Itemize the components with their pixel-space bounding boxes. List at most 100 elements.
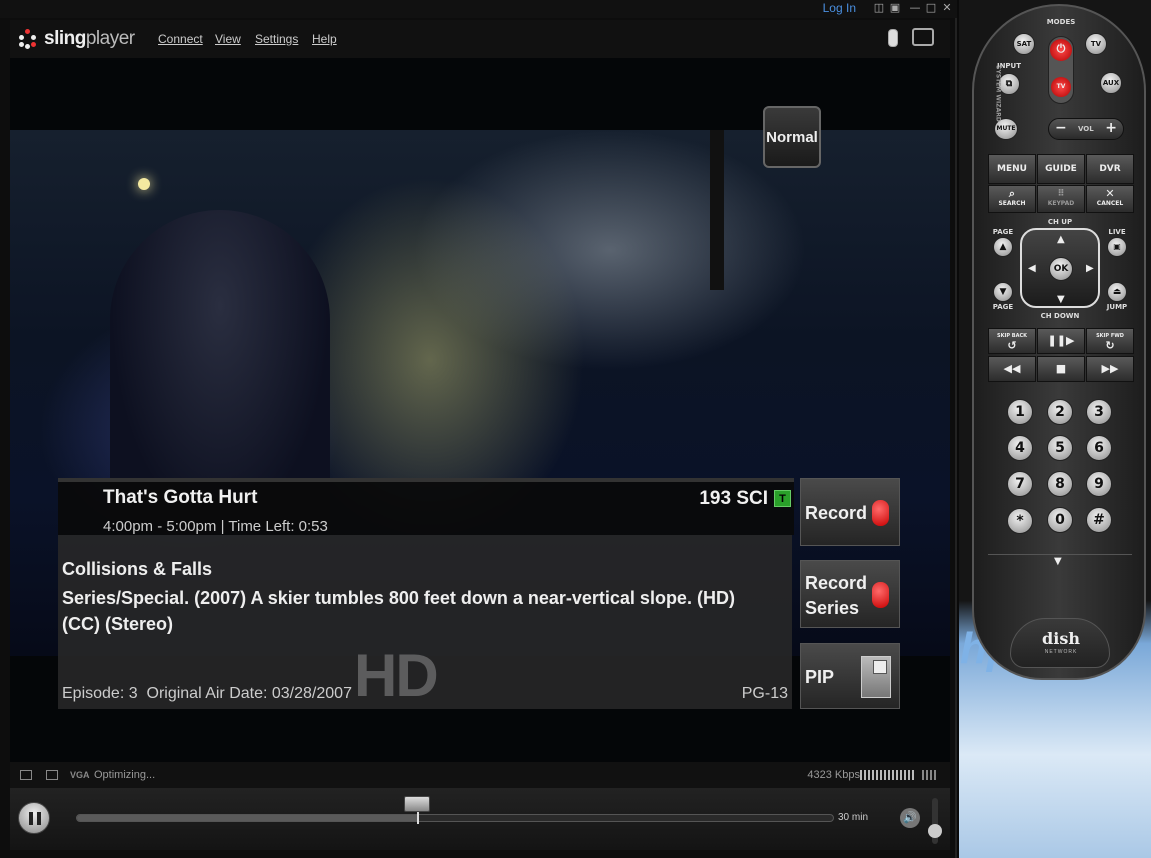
menu-bar: slingplayer Connect View Settings Help [10,20,950,58]
logo-text-sling: sling [44,28,86,49]
sling-logo-icon [18,29,38,49]
timeline-track[interactable] [76,814,834,822]
compact-view-icon[interactable]: ◫ [873,2,885,14]
playback-controls: 30 min 🔊 [10,788,950,850]
jump-icon[interactable]: ⏏ [1107,282,1127,302]
tv-view-icon[interactable] [912,28,934,46]
vol-minus-icon[interactable]: − [1055,120,1067,136]
program-time: 4:00pm - 5:00pm | Time Left: 0:53 [103,518,328,535]
digit-9-button[interactable]: 9 [1086,471,1112,497]
page-up-label: PAGE [992,228,1014,236]
volume-rocker[interactable]: − VOL + [1048,118,1124,140]
skip-back-button[interactable]: SKIP BACK ↺ [988,328,1036,354]
digit-8-button[interactable]: 8 [1047,471,1073,497]
maximize-icon[interactable]: □ [925,2,937,14]
status-bar: VGA Optimizing... 4323 Kbps [10,762,950,788]
search-label: SEARCH [998,200,1026,207]
buffer-duration: 30 min [838,812,869,823]
digit-7-button[interactable]: 7 [1007,471,1033,497]
minimize-icon[interactable]: — [909,2,921,14]
menu-help[interactable]: Help [312,32,337,46]
timeline-scrubber[interactable] [404,796,431,812]
arrow-right-icon[interactable]: ▶ [1086,263,1094,274]
keypad-button[interactable]: ⠿ KEYPAD [1037,185,1085,213]
skip-fwd-button[interactable]: SKIP FWD ↻ [1086,328,1134,354]
slingplayer-logo: slingplayer [18,28,135,50]
record-label: Record [805,503,868,523]
slingplayer-window: Log In ◫ ▣ — □ ✕ slingplayer Connect Vie… [0,0,957,858]
digit-1-button[interactable]: 1 [1007,399,1033,425]
volume-knob[interactable] [928,824,942,838]
fast-forward-icon[interactable]: ▶▶ [1086,356,1134,382]
dish-logo: dish [1042,629,1080,648]
ok-button[interactable]: OK [1049,257,1073,281]
menu-button[interactable]: MENU [988,154,1036,184]
tv-mode-icon[interactable] [46,770,58,780]
remote-toggle-icon[interactable] [888,29,898,47]
sat-button[interactable]: SAT [1013,33,1035,55]
episode-title: Collisions & Falls [62,559,213,579]
status-text: Optimizing... [94,769,156,781]
normal-aspect-button[interactable]: Normal [763,106,821,168]
record-series-label-2: Series [805,598,860,618]
digit-3-button[interactable]: 3 [1086,399,1112,425]
cancel-button[interactable]: ✕ CANCEL [1086,185,1134,213]
search-button[interactable]: ⌕ SEARCH [988,185,1036,213]
ch-up-label: CH UP [1047,218,1073,226]
page-down-label: PAGE [992,303,1014,311]
record-series-button[interactable]: Record Series [800,560,900,628]
pip-label: PIP [805,667,835,687]
digit-4-button[interactable]: 4 [1007,435,1033,461]
volume-icon[interactable]: 🔊 [900,808,920,828]
pound-button[interactable]: # [1086,507,1112,533]
record-button[interactable]: Record [800,478,900,546]
channel-tv-icon: T [774,490,791,507]
stop-icon[interactable]: ■ [1037,356,1085,382]
tv-button[interactable]: TV [1085,33,1107,55]
cancel-label: CANCEL [1096,200,1124,207]
guide-button[interactable]: GUIDE [1037,154,1085,184]
vol-plus-icon[interactable]: + [1105,120,1117,136]
logo-text-player: player [85,28,135,49]
dvr-button[interactable]: DVR [1086,154,1134,184]
resolution-label: VGA [70,770,90,780]
window-titlebar: Log In ◫ ▣ — □ ✕ [0,0,957,18]
direction-pad[interactable]: ▲ ▼ ◀ ▶ OK [1020,228,1100,308]
original-air-date: Original Air Date: 03/28/2007 [146,685,352,702]
pause-button[interactable] [18,802,50,834]
page-down-icon[interactable]: ▼ [993,282,1013,302]
video-area[interactable]: Normal That's Gotta Hurt 4:00pm - 5:00pm… [10,58,950,762]
expand-remote-icon[interactable]: ▼ [1054,556,1062,567]
digit-0-button[interactable]: 0 [1047,507,1073,533]
play-pause-icon[interactable]: ❚❚▶ [1037,328,1085,354]
program-info-body: Collisions & Falls Series/Special. (2007… [58,535,792,709]
skip-back-icon: ↺ [1007,339,1017,352]
bitrate-label: 4323 Kbps [807,769,860,781]
episode-meta: Episode: 3 Original Air Date: 03/28/2007 [62,685,352,703]
asterisk-button[interactable]: * [1007,508,1033,534]
arrow-down-icon[interactable]: ▼ [1057,294,1065,305]
record-series-icon [872,582,889,608]
power-tv-button[interactable]: TV [1051,77,1071,97]
power-icon[interactable]: ⏻ [1050,39,1072,61]
aux-button[interactable]: AUX [1100,72,1122,94]
arrow-up-icon[interactable]: ▲ [1057,234,1065,245]
menu-settings[interactable]: Settings [255,32,298,46]
channel-label: 193 SCI [699,488,768,509]
login-link[interactable]: Log In [823,1,856,15]
page-up-icon[interactable]: ▲ [993,237,1013,257]
window-mode-icon[interactable] [20,770,32,780]
menu-connect[interactable]: Connect [158,32,203,46]
restore-view-icon[interactable]: ▣ [889,2,901,14]
close-icon[interactable]: ✕ [941,2,953,14]
menu-view[interactable]: View [215,32,241,46]
digit-2-button[interactable]: 2 [1047,399,1073,425]
pip-button[interactable]: PIP [800,643,900,709]
episode-number: Episode: 3 [62,685,138,702]
rewind-icon[interactable]: ◀◀ [988,356,1036,382]
digit-6-button[interactable]: 6 [1086,435,1112,461]
resize-grip-icon[interactable] [922,770,936,780]
digit-5-button[interactable]: 5 [1047,435,1073,461]
live-tv-icon[interactable]: ▣ [1107,237,1127,257]
arrow-left-icon[interactable]: ◀ [1028,263,1036,274]
